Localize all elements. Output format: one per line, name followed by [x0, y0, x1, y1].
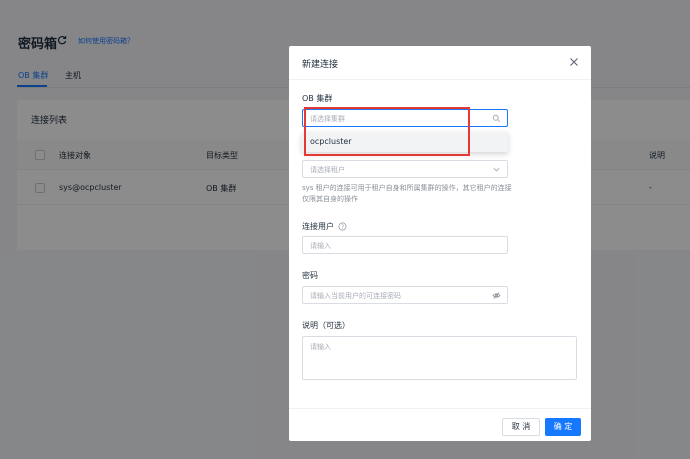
modal-footer: 取 消 确 定: [289, 408, 591, 441]
note-textarea[interactable]: 请输入: [302, 336, 577, 380]
ok-button[interactable]: 确 定: [545, 418, 581, 436]
close-icon[interactable]: [569, 57, 579, 67]
modal-header: 新建连接: [289, 46, 591, 80]
password-input[interactable]: 请输入当前用户的可连接密码: [302, 286, 508, 304]
user-input[interactable]: 请输入: [302, 236, 508, 254]
tenant-hint: sys 租户的连接可用于租户自身和所属集群的操作，其它租户的连接仅限其自身的操作: [302, 184, 512, 203]
search-icon: [492, 114, 501, 123]
note-label: 说明（可选）: [302, 321, 350, 330]
annotation-highlight-box: [304, 107, 470, 156]
tenant-select-placeholder: 请选择租户: [310, 166, 345, 174]
user-label: 连接用户: [302, 222, 334, 231]
cluster-label: OB 集群: [302, 94, 333, 103]
tenant-select[interactable]: 请选择租户: [302, 160, 508, 178]
new-connection-modal: 新建连接 OB 集群 请选择集群 请选择租户 sys 租户的连接可用于租户自身和…: [289, 46, 591, 441]
password-input-placeholder: 请输入当前用户的可连接密码: [310, 292, 401, 300]
question-circle-icon[interactable]: ?: [338, 222, 347, 231]
cancel-button[interactable]: 取 消: [502, 418, 540, 436]
svg-text:?: ?: [341, 224, 344, 230]
eye-off-icon[interactable]: [492, 291, 501, 300]
password-label: 密码: [302, 271, 318, 280]
modal-title: 新建连接: [302, 60, 339, 70]
user-input-placeholder: 请输入: [310, 242, 331, 250]
note-textarea-placeholder: 请输入: [310, 343, 331, 351]
chevron-down-icon: [493, 167, 500, 172]
